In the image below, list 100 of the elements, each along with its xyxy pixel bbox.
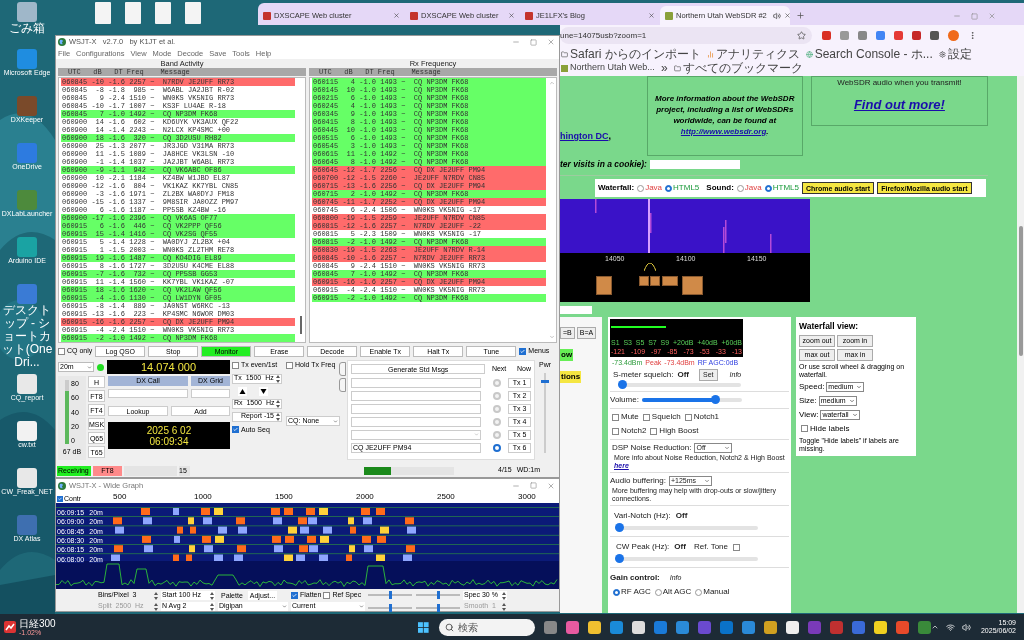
radio-button[interactable] [613,588,620,596]
spin-arrows-icon[interactable] [502,591,506,600]
message-field[interactable] [351,390,481,401]
checkbox[interactable] [684,413,692,421]
side-tab[interactable] [339,378,346,392]
maximize-icon[interactable] [530,482,537,489]
slider-thumb[interactable] [541,380,549,384]
sdr-waterfall-drawing[interactable] [560,199,810,302]
spin-arrows-icon[interactable] [210,591,214,600]
close-icon[interactable] [547,38,555,46]
windows-logo-icon[interactable] [418,620,429,634]
mode-label[interactable]: tions [560,371,582,383]
scrollbar-thumb[interactable] [300,316,302,334]
app-icon[interactable] [587,620,601,634]
menu-icon[interactable] [968,31,977,40]
checkbox[interactable] [232,361,239,369]
slider[interactable] [641,398,742,402]
mode-label[interactable]: ow [560,349,574,361]
slider-thumb[interactable] [615,554,624,563]
dx-call-field[interactable] [108,389,188,398]
speaker-icon[interactable] [961,622,971,632]
bookmark[interactable]: すべてのブックマーク [673,61,803,75]
radio-button[interactable] [493,417,501,426]
checkbox[interactable] [57,496,63,503]
close-icon[interactable] [783,12,791,19]
slider-thumb[interactable] [711,395,721,404]
band-marker[interactable] [639,276,649,286]
message-dropdown[interactable] [351,429,481,440]
scrollbar[interactable] [1017,76,1024,613]
message-field[interactable] [351,416,481,427]
find-out-more-link[interactable]: Find out more! [853,95,945,115]
app-icon[interactable] [873,620,887,634]
checkbox[interactable] [286,361,293,369]
spin-arrows-icon[interactable] [276,374,280,383]
scroll-up-icon[interactable] [549,80,555,86]
new-tab-icon[interactable] [796,11,805,20]
scroll-down-icon[interactable] [549,334,555,340]
dx-grid-field[interactable] [191,389,230,398]
checkbox[interactable] [519,348,527,355]
up-arrow-icon[interactable] [238,386,247,396]
spin-arrows-icon[interactable] [276,399,280,408]
maximize-icon[interactable] [530,38,537,46]
checkbox[interactable] [291,592,298,599]
avatar-icon[interactable] [948,30,959,41]
bookmark[interactable]: Safari からのインポート [561,47,701,61]
close-icon[interactable] [393,12,400,19]
spin-arrows-icon[interactable] [276,412,280,421]
checkbox[interactable] [801,425,808,433]
radio-button[interactable] [493,430,501,439]
band-marker[interactable] [650,276,660,286]
close-icon[interactable] [508,12,515,19]
app-icon[interactable] [631,620,645,634]
slider-thumb[interactable] [615,523,624,532]
spin-arrows-icon[interactable] [210,602,214,611]
radio-button[interactable] [764,184,772,192]
checkbox[interactable] [323,592,331,599]
checkbox[interactable] [650,427,658,435]
checkbox[interactable] [232,426,239,434]
down-arrow-icon[interactable] [259,386,268,396]
widget-title[interactable]: 日経300 [19,618,56,629]
checkbox[interactable] [733,543,740,551]
checkbox[interactable] [58,348,65,355]
wifi-icon[interactable] [945,622,955,632]
slider-thumb[interactable] [618,380,627,389]
band-marker[interactable] [596,276,612,295]
checkbox[interactable] [642,413,650,421]
bookmark[interactable]: アナリティクス [706,47,800,61]
bookmark-star-icon[interactable] [797,31,806,40]
close-icon[interactable] [988,12,996,20]
scrollbar-thumb[interactable] [1018,226,1023,356]
search-field[interactable]: 検索 [438,618,535,636]
app-icon[interactable] [785,620,799,634]
maximize-icon[interactable] [971,12,978,20]
slider-thumb[interactable] [436,603,440,612]
name-input[interactable] [649,159,740,169]
slider-thumb[interactable] [436,591,440,599]
slider-thumb[interactable] [388,603,392,612]
slider[interactable] [368,606,412,609]
radio-button[interactable] [665,184,673,192]
app-icon[interactable] [763,620,777,634]
bookmark[interactable]: 設定 [938,47,972,61]
slider[interactable] [416,606,460,609]
text-input[interactable] [560,306,592,314]
checkbox[interactable] [612,413,619,421]
side-tab[interactable] [339,362,346,376]
message-field[interactable] [351,377,481,388]
chevron-icon[interactable] [930,623,939,631]
radio-button[interactable] [493,378,501,387]
message-field[interactable] [351,403,481,414]
spin-arrows-icon[interactable] [154,591,158,600]
bookmark[interactable]: Search Console - ホ... [805,47,933,61]
slider-thumb[interactable] [388,591,392,599]
bookmark[interactable]: » [660,61,668,75]
checkbox[interactable] [612,427,619,435]
close-icon[interactable] [648,12,655,19]
minimize-icon[interactable] [512,38,520,46]
bookmark[interactable]: Northern Utah Web... [561,61,655,75]
band-marker[interactable] [682,276,703,295]
radio-button[interactable] [493,404,501,413]
address-bar[interactable]: une=14075usb?zoom=1 [560,27,812,44]
